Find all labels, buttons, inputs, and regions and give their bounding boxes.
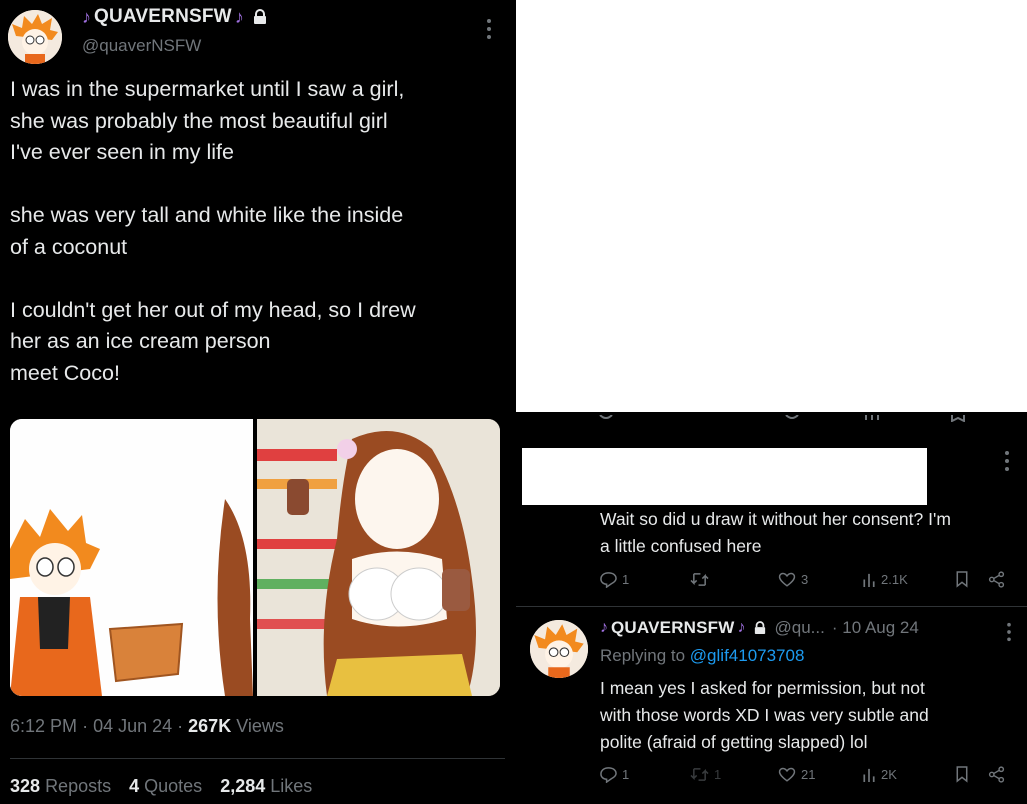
quotes-count: 4 [129,776,140,796]
reply2-text: I mean yes I asked for permission, but n… [600,675,1025,756]
bookmark-action[interactable] [955,571,969,588]
reply2-handle[interactable]: @qu... [775,618,825,638]
reply-icon [600,572,617,588]
tweet-text: I was in the supermarket until I saw a g… [10,74,505,389]
avatar[interactable] [8,10,62,64]
repost-icon [690,573,709,586]
tweet-line: she was very tall and white like the ins… [10,203,404,227]
tweet-line: I've ever seen in my life [10,140,234,164]
reply-action[interactable]: 1 [600,571,629,588]
tweet-line: of a coconut [10,234,128,259]
tweet-line: I was in the supermarket until I saw a g… [10,77,405,101]
repost-action[interactable]: 1 [690,766,721,783]
heart-icon [778,767,796,782]
views-count: 267K [188,716,232,736]
reply-action[interactable]: 1 [600,766,629,783]
author-handle[interactable]: @quaverNSFW [82,36,201,56]
reply1-text: Wait so did u draw it without her consen… [600,506,1025,560]
music-note-icon: ♪ [737,619,746,636]
bookmark-icon [956,766,968,783]
share-action[interactable] [988,571,1005,588]
tweet-line: her as an ice cream person [10,329,271,353]
like-action[interactable]: 3 [778,571,808,588]
tweet-line: meet Coco! [10,360,120,385]
reply-line: with those words XD I was very subtle an… [600,705,929,725]
reply-line: I mean yes I asked for permission, but n… [600,678,925,698]
tweet-time[interactable]: 6:12 PM [10,716,77,736]
likes-label: Likes [270,776,313,796]
quotes-stat[interactable]: 4 Quotes [129,776,202,797]
reply-divider [516,606,1027,607]
replying-to-label: Replying to [600,646,686,665]
more-options-icon[interactable] [1006,622,1012,647]
quotes-label: Quotes [144,776,203,796]
media-image-right[interactable] [257,419,500,696]
analytics-icon [863,573,875,588]
tweet-divider [10,758,505,759]
bookmark-icon [956,571,968,588]
author-name-row[interactable]: ♪ QUAVERNSFW ♪ [82,6,267,28]
reposts-label: Reposts [45,776,112,796]
top-right-blank-area [516,0,1027,412]
reply2-display-name[interactable]: QUAVERNSFW [611,618,735,638]
reply2-actions: 1 1 21 2K [600,764,1015,788]
repost-icon [690,768,709,781]
reply-count: 1 [622,767,630,782]
tweet-stats-row: 328 Reposts 4 Quotes 2,284 Likes [10,776,312,797]
separator-dot: · [82,716,94,736]
tweet-date[interactable]: 04 Jun 24 [93,716,172,736]
tweet-timestamp-row: 6:12 PM · 04 Jun 24 · 267K Views [10,716,284,737]
repost-action[interactable] [690,571,709,588]
reposts-stat[interactable]: 328 Reposts [10,776,111,797]
view-count: 2K [881,767,897,782]
views-label: Views [236,716,284,736]
likes-stat[interactable]: 2,284 Likes [220,776,312,797]
like-count: 3 [801,572,809,587]
separator-dot: · [177,716,189,736]
like-action[interactable]: 21 [778,766,815,783]
reply-line: polite (afraid of getting slapped) lol [600,732,868,752]
redaction-box [522,448,927,505]
reposts-count: 328 [10,776,41,796]
reply1-actions: 1 3 2.1K [600,569,1015,593]
likes-count: 2,284 [220,776,266,796]
like-count: 21 [801,767,816,782]
media-image-left[interactable] [10,419,253,696]
repost-count: 1 [714,767,722,782]
replying-to: Replying to @glif41073708 [600,646,804,666]
reply2-date[interactable]: · 10 Aug 24 [832,618,919,638]
reply-line: Wait so did u draw it without her consen… [600,509,951,529]
views-action[interactable]: 2K [862,766,897,783]
view-count: 2.1K [881,572,908,587]
music-note-icon: ♪ [234,6,244,27]
share-action[interactable] [988,766,1005,783]
lock-icon [754,621,765,634]
analytics-icon [863,768,875,783]
main-tweet: ♪ QUAVERNSFW ♪ @quaverNSFW I was in the … [0,0,515,804]
replying-to-handle[interactable]: @glif41073708 [690,646,805,665]
reply2-avatar[interactable] [530,620,588,678]
tweet-line: she was probably the most beautiful girl [10,108,388,133]
display-name: QUAVERNSFW [94,6,232,27]
share-icon [988,571,1005,588]
reply-line: a little confused here [600,536,762,556]
bookmark-action[interactable] [955,766,969,783]
share-icon [988,766,1005,783]
clipped-action-row [516,412,1027,422]
tweet-media[interactable] [10,419,500,696]
reply-icon [600,767,617,783]
music-note-icon: ♪ [600,619,608,636]
lock-icon [253,9,266,24]
views-action[interactable]: 2.1K [862,571,908,588]
music-note-icon: ♪ [82,6,91,27]
reply-count: 1 [622,572,630,587]
tweet-line: I couldn't get her out of my head, so I … [10,297,416,322]
more-options-icon[interactable] [1004,450,1010,477]
heart-icon [778,572,796,587]
more-options-icon[interactable] [486,18,492,45]
reply2-header: ♪ QUAVERNSFW ♪ @qu... · 10 Aug 24 [600,618,1025,638]
